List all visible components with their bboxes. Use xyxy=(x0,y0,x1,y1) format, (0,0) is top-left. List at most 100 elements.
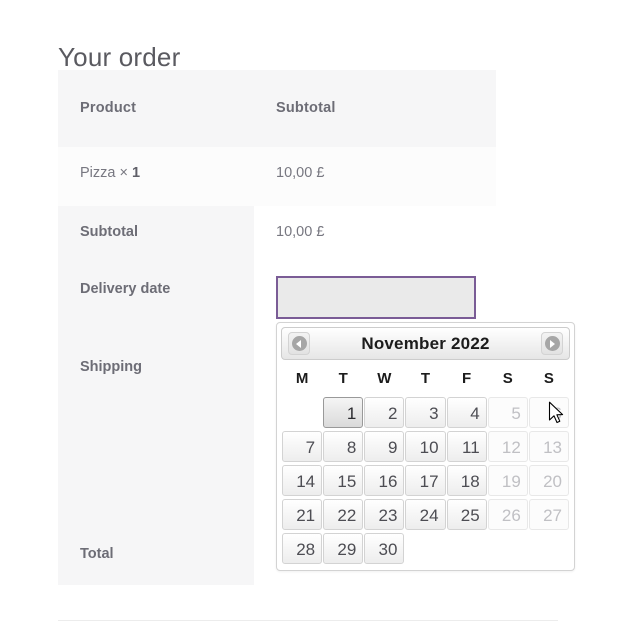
product-name: Pizza xyxy=(80,165,116,181)
calendar-day-13: 13 xyxy=(528,431,569,462)
calendar-day-22[interactable]: 22 xyxy=(323,499,364,530)
calendar-cell: 17 xyxy=(405,464,446,497)
calendar-day-5: 5 xyxy=(487,397,528,428)
calendar-day-24[interactable]: 24 xyxy=(405,499,446,530)
calendar-cell: 12 xyxy=(487,430,528,463)
delivery-date-input[interactable] xyxy=(276,276,476,319)
calendar-cell: 22 xyxy=(323,498,364,531)
calendar-day-28[interactable]: 28 xyxy=(282,533,323,564)
day-header-2: W xyxy=(377,370,392,387)
footer-divider xyxy=(58,620,558,621)
calendar-cell: 4 xyxy=(446,396,487,429)
product-quantity: 1 xyxy=(132,165,141,181)
calendar-day-11[interactable]: 11 xyxy=(446,431,487,462)
total-label: Total xyxy=(58,528,254,585)
calendar-cell: 28 xyxy=(282,532,323,565)
subtotal-value: 10,00 £ xyxy=(254,206,496,263)
calendar-cell: 16 xyxy=(364,464,405,497)
calendar-day-17[interactable]: 17 xyxy=(405,465,446,496)
chevron-left-icon xyxy=(291,336,307,351)
calendar-day-7[interactable]: 7 xyxy=(282,431,323,462)
calendar-cell: 7 xyxy=(282,430,323,463)
product-name-cell: Pizza × 1 xyxy=(58,147,254,206)
datepicker-month-year: November 2022 xyxy=(361,334,490,353)
day-header-6: S xyxy=(543,370,554,387)
calendar-day-9[interactable]: 9 xyxy=(364,431,405,462)
column-header-subtotal: Subtotal xyxy=(254,70,496,147)
calendar-day-26: 26 xyxy=(487,499,528,530)
calendar-cell: 25 xyxy=(446,498,487,531)
calendar-week-row: 7 8 9 10 11 12 13 xyxy=(282,430,569,463)
calendar-day-3[interactable]: 3 xyxy=(405,397,446,428)
datepicker-calendar-grid: MTWTFSS 12345678910111213141516171819202… xyxy=(281,363,570,566)
calendar-cell: 19 xyxy=(487,464,528,497)
calendar-day-10[interactable]: 10 xyxy=(405,431,446,462)
table-row-subtotal: Subtotal 10,00 £ xyxy=(58,206,496,263)
datepicker-weeks: 1234567891011121314151617181920212223242… xyxy=(282,396,569,565)
calendar-day-25[interactable]: 25 xyxy=(446,499,487,530)
calendar-week-row: 123456 xyxy=(282,396,569,429)
checkout-order-page: Your order Product Subtotal Pizza × 1 10… xyxy=(0,0,622,626)
day-header-0: M xyxy=(295,370,309,387)
calendar-cell-empty xyxy=(405,532,445,565)
calendar-day-21[interactable]: 21 xyxy=(282,499,323,530)
calendar-day-14[interactable]: 14 xyxy=(282,465,323,496)
calendar-cell: 8 xyxy=(323,430,364,463)
page-title: Your order xyxy=(58,41,181,72)
calendar-day-4[interactable]: 4 xyxy=(446,397,487,428)
calendar-day-29[interactable]: 29 xyxy=(323,533,364,564)
column-header-product: Product xyxy=(58,70,254,147)
day-header-4: F xyxy=(462,370,472,387)
calendar-week-row: 14 15 16 17 18 19 20 xyxy=(282,464,569,497)
calendar-week-row: 28 29 30 xyxy=(282,532,569,565)
calendar-cell: 13 xyxy=(528,430,569,463)
calendar-day-16[interactable]: 16 xyxy=(364,465,405,496)
calendar-day-8[interactable]: 8 xyxy=(323,431,364,462)
calendar-week-row: 21 22 23 24 25 26 27 xyxy=(282,498,569,531)
calendar-cell: 5 xyxy=(487,396,528,429)
calendar-day-20: 20 xyxy=(528,465,569,496)
datepicker-panel: November 2022 MTWTFSS 123456789101112131… xyxy=(276,322,575,571)
calendar-cell: 23 xyxy=(364,498,405,531)
product-multiplier: × xyxy=(119,165,128,181)
calendar-day-19: 19 xyxy=(487,465,528,496)
calendar-day-1[interactable]: 1 xyxy=(323,397,364,428)
calendar-cell: 9 xyxy=(364,430,405,463)
calendar-day-12: 12 xyxy=(487,431,528,462)
subtotal-label: Subtotal xyxy=(58,206,254,263)
day-header-5: S xyxy=(502,370,513,387)
delivery-date-label: Delivery date xyxy=(58,263,254,341)
calendar-cell: 18 xyxy=(446,464,487,497)
product-subtotal-cell: 10,00 £ xyxy=(254,147,496,206)
calendar-day-15[interactable]: 15 xyxy=(323,465,364,496)
calendar-day-18[interactable]: 18 xyxy=(446,465,487,496)
calendar-cell-empty xyxy=(488,532,528,565)
calendar-day-27: 27 xyxy=(528,499,569,530)
datepicker-header: November 2022 xyxy=(281,327,570,360)
day-header-1: T xyxy=(338,370,348,387)
mouse-cursor xyxy=(548,401,564,424)
calendar-cell: 1 xyxy=(323,396,364,429)
datepicker-day-header-row: MTWTFSS xyxy=(282,364,569,395)
calendar-cell: 21 xyxy=(282,498,323,531)
shipping-label: Shipping xyxy=(58,341,254,528)
calendar-cell: 14 xyxy=(282,464,323,497)
chevron-right-icon xyxy=(544,336,560,351)
calendar-cell: 24 xyxy=(405,498,446,531)
calendar-cell: 26 xyxy=(487,498,528,531)
day-header-3: T xyxy=(420,370,431,387)
table-header-row: Product Subtotal xyxy=(58,70,496,147)
calendar-cell: 2 xyxy=(364,396,405,429)
calendar-day-23[interactable]: 23 xyxy=(364,499,405,530)
calendar-cell-empty xyxy=(282,396,322,429)
calendar-day-30[interactable]: 30 xyxy=(364,533,405,564)
calendar-day-2[interactable]: 2 xyxy=(364,397,405,428)
prev-month-button[interactable] xyxy=(288,332,310,355)
calendar-cell: 10 xyxy=(405,430,446,463)
next-month-button[interactable] xyxy=(541,332,563,355)
calendar-cell: 11 xyxy=(446,430,487,463)
calendar-cell: 27 xyxy=(528,498,569,531)
calendar-cell: 3 xyxy=(405,396,446,429)
calendar-cell: 20 xyxy=(528,464,569,497)
calendar-cell: 15 xyxy=(323,464,364,497)
